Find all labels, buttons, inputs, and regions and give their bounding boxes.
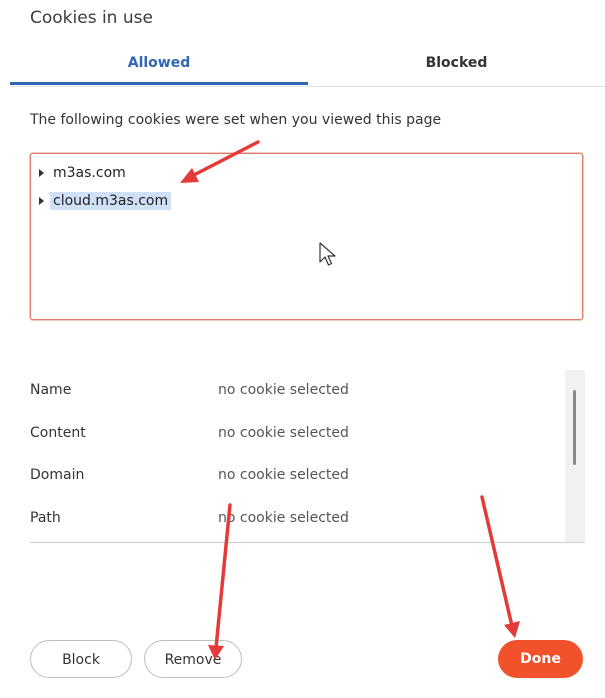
tree-item-cloud-m3as[interactable]: cloud.m3as.com [39,190,172,212]
annotation-arrows [180,140,520,660]
detail-key: Name [30,382,72,398]
detail-key: Domain [30,467,85,483]
tab-blocked[interactable]: Blocked [308,48,605,82]
cookies-dialog: Cookies in use Allowed Blocked The follo… [0,0,605,698]
detail-value: no cookie selected [218,467,349,483]
scrollbar-thumb[interactable] [573,390,576,465]
tab-bar: Allowed Blocked [10,48,605,87]
detail-value: no cookie selected [218,425,349,441]
cookie-details: Name no cookie selected Content no cooki… [30,370,585,543]
tree-item-m3as[interactable]: m3as.com [39,162,129,184]
detail-row-path: Path no cookie selected [30,507,560,529]
tab-allowed[interactable]: Allowed [10,48,308,85]
detail-value: no cookie selected [218,510,349,526]
details-scrollbar[interactable] [565,370,585,542]
detail-row-name: Name no cookie selected [30,379,560,401]
expand-triangle-icon[interactable] [39,169,44,177]
tree-item-label: m3as.com [53,165,126,181]
remove-button[interactable]: Remove [144,640,242,678]
description-text: The following cookies were set when you … [30,112,442,128]
cookie-tree[interactable]: m3as.com cloud.m3as.com [30,153,583,320]
detail-value: no cookie selected [218,382,349,398]
done-button[interactable]: Done [498,640,583,678]
mouse-pointer-icon [319,242,336,266]
detail-row-domain: Domain no cookie selected [30,464,560,486]
tree-item-label: cloud.m3as.com [50,192,172,210]
dialog-title: Cookies in use [30,8,153,28]
expand-triangle-icon[interactable] [39,197,44,205]
detail-key: Content [30,425,86,441]
detail-key: Path [30,510,61,526]
detail-row-content: Content no cookie selected [30,422,560,444]
block-button[interactable]: Block [30,640,132,678]
